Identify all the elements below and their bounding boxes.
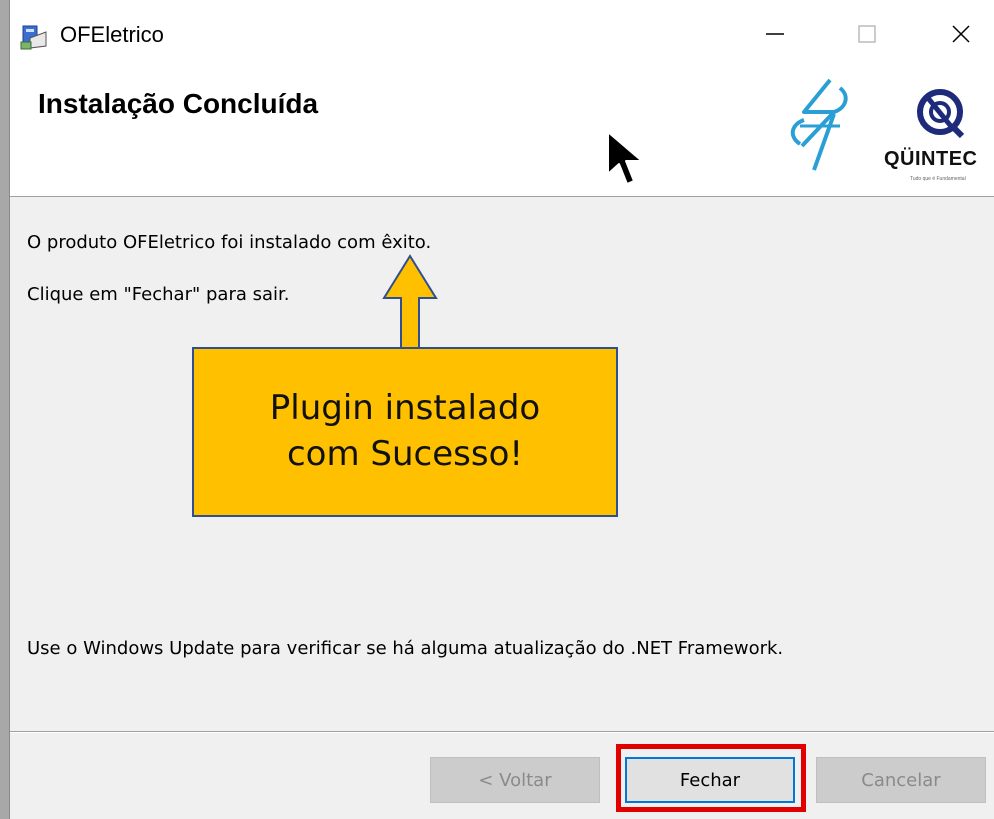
title-bar: OFEletrico	[10, 0, 994, 66]
quintec-logo: QÜINTEC Tudo que é Fundamental	[880, 80, 994, 190]
callout-line-2: com Sucesso!	[286, 434, 524, 474]
windows-update-note: Use o Windows Update para verificar se h…	[27, 638, 784, 659]
cancel-button[interactable]: Cancelar	[816, 757, 986, 803]
minimize-icon	[766, 33, 784, 35]
success-message: O produto OFEletrico foi instalado com ê…	[27, 232, 432, 253]
footer-divider	[10, 731, 994, 733]
window-title: OFEletrico	[60, 22, 164, 47]
installer-window: OFEletrico Instalação Concluída QÜINTEC …	[9, 0, 994, 819]
close-button-highlight	[616, 744, 806, 812]
close-window-button[interactable]	[936, 14, 986, 54]
callout-line-1: Plugin instalado	[269, 388, 541, 429]
mouse-cursor-icon	[607, 131, 643, 185]
installer-app-icon	[20, 24, 50, 50]
page-title: Instalação Concluída	[38, 88, 319, 119]
close-icon	[952, 25, 970, 43]
back-button[interactable]: < Voltar	[430, 757, 600, 803]
header-banner: Instalação Concluída QÜINTEC Tudo que é …	[10, 66, 994, 197]
s-bolt-logo	[780, 74, 860, 174]
maximize-icon	[858, 25, 876, 43]
callout-arrow-icon	[382, 254, 438, 353]
exit-instruction: Clique em "Fechar" para sair.	[27, 284, 290, 305]
callout-box: Plugin instalado com Sucesso!	[192, 347, 618, 517]
quintec-logo-tagline: Tudo que é Fundamental	[910, 176, 966, 182]
minimize-button[interactable]	[750, 14, 800, 54]
maximize-button[interactable]	[842, 14, 892, 54]
quintec-logo-text: QÜINTEC	[884, 148, 978, 170]
